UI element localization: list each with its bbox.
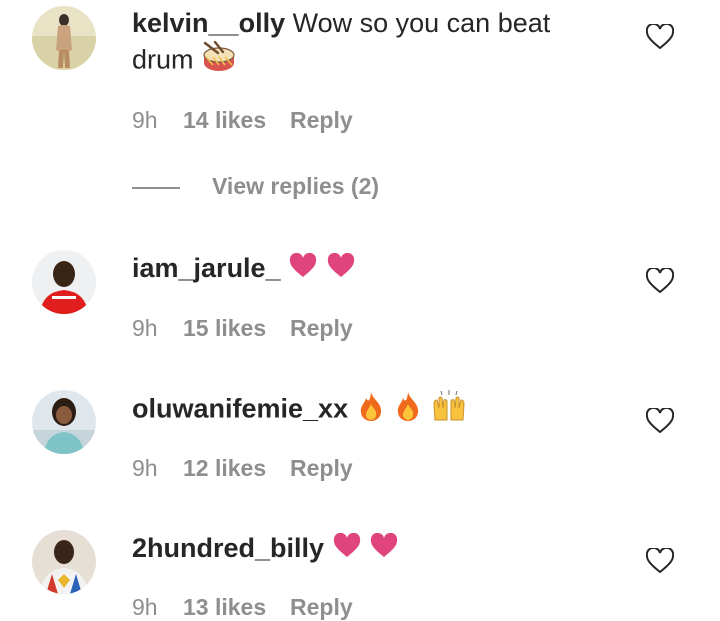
pink-heart-emoji	[326, 252, 356, 288]
fire-emoji	[393, 390, 423, 431]
reply-button[interactable]: Reply	[290, 594, 353, 621]
like-heart-icon[interactable]	[645, 266, 675, 294]
comment-text-line-2: drum	[132, 40, 632, 82]
comment-meta: 9h 13 likes Reply	[132, 594, 353, 621]
likes-count[interactable]: 15 likes	[183, 315, 290, 342]
username[interactable]: iam_jarule_	[132, 253, 281, 283]
like-heart-icon[interactable]	[645, 22, 675, 50]
reply-button[interactable]: Reply	[290, 107, 353, 134]
like-heart-icon[interactable]	[645, 546, 675, 574]
username[interactable]: oluwanifemie_xx	[132, 394, 348, 424]
comment-time: 9h	[132, 315, 158, 341]
reply-button[interactable]: Reply	[290, 455, 353, 482]
pink-heart-emoji	[332, 532, 362, 568]
raising-hands-emoji	[431, 390, 467, 431]
pink-heart-emoji	[369, 532, 399, 568]
likes-count[interactable]: 13 likes	[183, 594, 290, 621]
comment-text: kelvin__olly Wow so you can beat	[132, 5, 632, 41]
drum-emoji	[201, 40, 237, 82]
likes-count[interactable]: 14 likes	[183, 107, 290, 134]
comment-meta: 9h 12 likes Reply	[132, 455, 353, 482]
comment-text: 2hundred_billy	[132, 530, 632, 568]
like-heart-icon[interactable]	[645, 406, 675, 434]
pink-heart-emoji	[288, 252, 318, 288]
comment-meta: 9h 15 likes Reply	[132, 315, 353, 342]
comment-text: iam_jarule_	[132, 250, 632, 288]
comment-time: 9h	[132, 455, 158, 481]
comment-time: 9h	[132, 107, 158, 133]
reply-button[interactable]: Reply	[290, 315, 353, 342]
view-replies-label: View replies (2)	[212, 173, 380, 199]
comment-time: 9h	[132, 594, 158, 620]
divider-line	[132, 186, 180, 189]
username[interactable]: 2hundred_billy	[132, 533, 324, 563]
view-replies-button[interactable]: View replies (2)	[132, 173, 379, 200]
avatar[interactable]	[32, 530, 96, 594]
likes-count[interactable]: 12 likes	[183, 455, 290, 482]
comment-meta: 9h 14 likes Reply	[132, 107, 353, 134]
username[interactable]: kelvin__olly	[132, 8, 285, 38]
avatar[interactable]	[32, 250, 96, 314]
comment-body: Wow so you can beat	[285, 8, 551, 38]
avatar[interactable]	[32, 6, 96, 70]
comment-text: oluwanifemie_xx	[132, 390, 632, 431]
fire-emoji	[356, 390, 386, 431]
comment-body-continued: drum	[132, 44, 194, 75]
avatar[interactable]	[32, 390, 96, 454]
